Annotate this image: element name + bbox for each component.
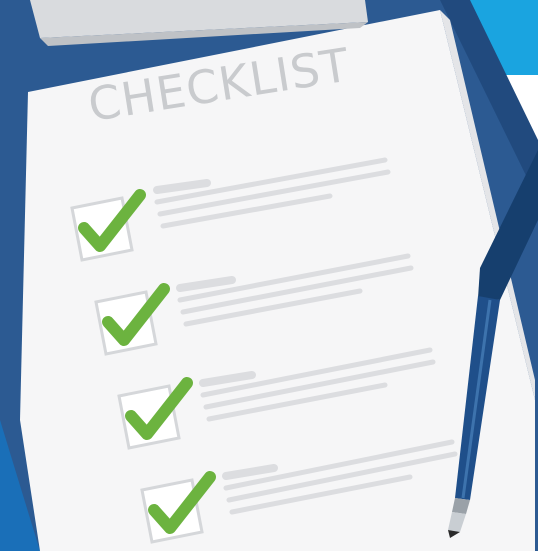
- checklist-illustration: CHECKLIST: [0, 0, 538, 551]
